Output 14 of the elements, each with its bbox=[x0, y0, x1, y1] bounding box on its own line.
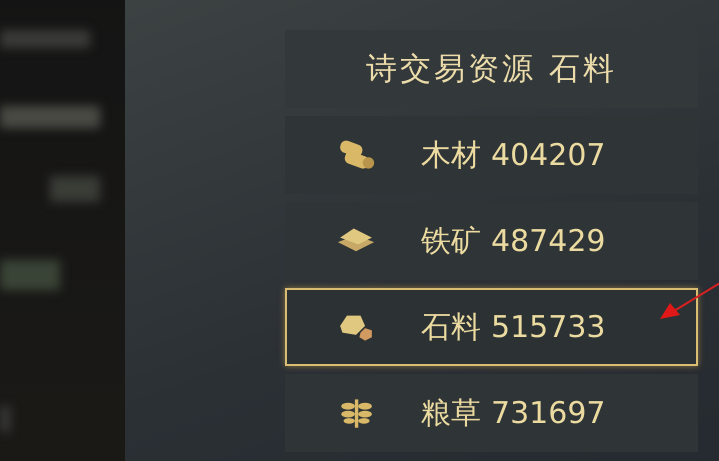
resource-name: 木材 bbox=[421, 136, 481, 174]
resource-row[interactable]: 石料 515733 bbox=[285, 288, 698, 366]
resource-amount: 515733 bbox=[491, 310, 606, 344]
resource-row[interactable]: 粮草 731697 bbox=[285, 374, 698, 452]
resource-row[interactable]: 木材 404207 bbox=[285, 116, 698, 194]
resource-amount: 404207 bbox=[491, 138, 606, 172]
resource-name: 铁矿 bbox=[421, 222, 481, 260]
resource-row[interactable]: 铁矿 487429 bbox=[285, 202, 698, 280]
resource-name: 石料 bbox=[421, 308, 481, 346]
pointer-arrow bbox=[660, 283, 719, 321]
resource-amount: 731697 bbox=[491, 396, 606, 430]
resource-title: 诗交易资源 石料 bbox=[285, 30, 698, 108]
resource-amount: 487429 bbox=[491, 224, 606, 258]
resource-name: 粮草 bbox=[421, 394, 481, 432]
